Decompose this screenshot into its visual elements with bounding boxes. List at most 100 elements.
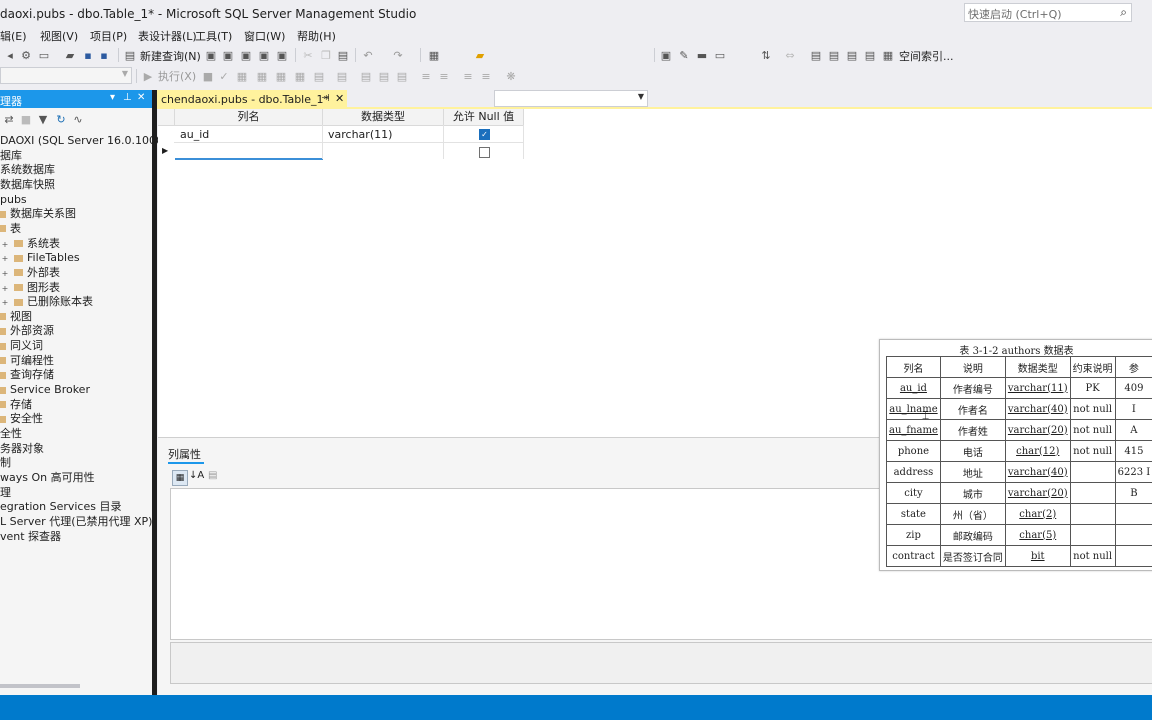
nav-back-icon[interactable]: ◂ bbox=[4, 49, 16, 62]
fulltext-index-icon[interactable]: ▤ bbox=[828, 49, 840, 62]
stats-icon[interactable]: ▦ bbox=[294, 70, 306, 83]
column-name-cell[interactable] bbox=[180, 146, 320, 158]
uncomment-icon[interactable]: ▤ bbox=[336, 70, 348, 83]
tree-node[interactable]: 视图 bbox=[0, 310, 32, 324]
copy-icon[interactable]: ❐ bbox=[320, 49, 332, 62]
pin-icon[interactable]: ⊣ bbox=[321, 93, 330, 104]
results-file-icon[interactable]: ▤ bbox=[396, 70, 408, 83]
solution-config-dropdown[interactable]: ▼ bbox=[494, 90, 648, 107]
tree-node[interactable]: 查询存储 bbox=[0, 368, 54, 382]
new-project-icon[interactable]: ▭ bbox=[38, 49, 50, 62]
disconnect-icon[interactable]: ⇄ bbox=[3, 113, 15, 126]
spatial-index-icon[interactable]: ▦ bbox=[882, 49, 894, 62]
mdx-query-icon[interactable]: ▣ bbox=[222, 49, 234, 62]
filter-icon[interactable]: ▼ bbox=[37, 113, 49, 126]
redo-icon[interactable]: ↷ bbox=[392, 49, 404, 62]
properties-window-icon[interactable]: ▣ bbox=[660, 49, 672, 62]
tree-node[interactable]: 全性 bbox=[0, 427, 22, 441]
tree-node[interactable]: 安全性 bbox=[0, 412, 43, 426]
categorized-icon[interactable]: ▦ bbox=[172, 470, 188, 486]
undo-icon[interactable]: ↶ bbox=[362, 49, 374, 62]
execute-button[interactable]: 执行(X) bbox=[158, 68, 196, 84]
tree-node[interactable]: vent 探查器 bbox=[0, 530, 61, 544]
chevron-down-icon[interactable]: ▾ bbox=[110, 92, 115, 103]
dmx-query-icon[interactable]: ▣ bbox=[240, 49, 252, 62]
column-properties-tab[interactable]: 列属性 bbox=[168, 446, 204, 462]
menu-edit[interactable]: 辑(E) bbox=[0, 28, 27, 44]
new-query-button[interactable]: 新建查询(N) bbox=[140, 48, 201, 64]
expand-icon[interactable]: + bbox=[0, 282, 10, 296]
tree-node[interactable]: + 外部表 bbox=[0, 266, 60, 280]
window-layout-icon[interactable]: ▭ bbox=[714, 49, 726, 62]
property-pages-icon[interactable]: ▤ bbox=[208, 470, 217, 481]
db-query-icon[interactable]: ▣ bbox=[205, 49, 217, 62]
tree-node[interactable]: ways On 高可用性 bbox=[0, 471, 95, 485]
tree-node[interactable]: 表 bbox=[0, 222, 21, 236]
check-constraints-icon[interactable]: ▤ bbox=[864, 49, 876, 62]
tree-node[interactable]: + 已删除账本表 bbox=[0, 295, 93, 309]
indent-icon[interactable]: ≡ bbox=[420, 70, 432, 83]
expand-icon[interactable]: + bbox=[0, 238, 10, 252]
outdent-icon[interactable]: ≡ bbox=[438, 70, 450, 83]
data-type-cell[interactable]: varchar(11) bbox=[328, 128, 392, 141]
tree-node[interactable]: 理 bbox=[0, 486, 11, 500]
tree-node[interactable]: 系统数据库 bbox=[0, 163, 55, 177]
close-icon[interactable]: ✕ bbox=[137, 92, 145, 103]
grid-icon[interactable]: ▦ bbox=[236, 70, 248, 83]
link-icon[interactable]: ⇔ bbox=[784, 49, 796, 62]
expand-icon[interactable]: + bbox=[0, 252, 10, 266]
allow-null-checkbox[interactable]: ✓ bbox=[479, 129, 490, 140]
results-grid-icon[interactable]: ▤ bbox=[378, 70, 390, 83]
activity-monitor-icon[interactable]: ▦ bbox=[428, 49, 440, 62]
tree-node[interactable]: DAOXI (SQL Server 16.0.1000.6 bbox=[0, 134, 173, 148]
panel-splitter[interactable] bbox=[152, 90, 157, 695]
results-icon[interactable]: ▦ bbox=[256, 70, 268, 83]
tree-node[interactable]: Service Broker bbox=[0, 383, 90, 397]
close-icon[interactable]: ✕ bbox=[335, 92, 344, 105]
refresh-icon[interactable]: ↻ bbox=[55, 113, 67, 126]
xmla-query-icon[interactable]: ▣ bbox=[258, 49, 270, 62]
pin-icon[interactable]: ⊥ bbox=[123, 92, 132, 103]
new-query-icon[interactable]: ▤ bbox=[124, 49, 136, 62]
bookmark-next-icon[interactable]: ≡ bbox=[480, 70, 492, 83]
settings-icon[interactable]: ⚙ bbox=[20, 49, 32, 62]
tree-node[interactable]: 外部资源 bbox=[0, 324, 54, 338]
menu-tools[interactable]: 工具(T) bbox=[195, 28, 232, 44]
tree-node[interactable]: 同义词 bbox=[0, 339, 43, 353]
expand-icon[interactable]: + bbox=[0, 267, 10, 281]
tree-node[interactable]: 存储 bbox=[0, 398, 32, 412]
tree-node[interactable]: L Server 代理(已禁用代理 XP) bbox=[0, 515, 152, 529]
horizontal-scrollbar[interactable] bbox=[0, 684, 80, 688]
open-folder-icon[interactable]: ▰ bbox=[64, 49, 76, 62]
tree-node[interactable]: + FileTables bbox=[0, 251, 80, 265]
expand-icon[interactable]: + bbox=[0, 296, 10, 310]
tree-node[interactable]: + 系统表 bbox=[0, 237, 60, 251]
tree-node[interactable]: egration Services 目录 bbox=[0, 500, 121, 514]
allow-null-checkbox[interactable] bbox=[479, 147, 490, 158]
tree-node[interactable]: 据库 bbox=[0, 149, 22, 163]
tree-node[interactable]: 数据库快照 bbox=[0, 178, 55, 192]
xml-index-icon[interactable]: ▤ bbox=[846, 49, 858, 62]
search-icon[interactable]: ⌕ bbox=[1120, 5, 1127, 20]
save-icon[interactable]: ▪ bbox=[82, 49, 94, 62]
spatial-index-button[interactable]: 空间索引... bbox=[899, 48, 954, 64]
activity-icon[interactable]: ∿ bbox=[72, 113, 84, 126]
execute-icon[interactable]: ▶ bbox=[142, 70, 154, 83]
alphabetical-sort-icon[interactable]: ↓A bbox=[189, 470, 204, 481]
menu-table-designer[interactable]: 表设计器(L) bbox=[138, 28, 197, 44]
wrench-icon[interactable]: ✎ bbox=[678, 49, 690, 62]
bookmark-icon[interactable]: ≡ bbox=[462, 70, 474, 83]
intellisense-icon[interactable]: ❋ bbox=[505, 70, 517, 83]
relationships-icon[interactable]: ⇅ bbox=[760, 49, 772, 62]
manage-indexes-icon[interactable]: ▤ bbox=[810, 49, 822, 62]
tree-node[interactable]: 务器对象 bbox=[0, 442, 44, 456]
toolbox-icon[interactable]: ▬ bbox=[696, 49, 708, 62]
quick-launch-input[interactable]: 快速启动 (Ctrl+Q) ⌕ bbox=[964, 3, 1132, 22]
save-all-icon[interactable]: ▪ bbox=[98, 49, 110, 62]
solution-explorer-icon[interactable]: ▰ bbox=[474, 49, 486, 62]
cut-icon[interactable]: ✂ bbox=[302, 49, 314, 62]
stop-icon[interactable]: ■ bbox=[20, 113, 32, 126]
paste-icon[interactable]: ▤ bbox=[337, 49, 349, 62]
tree-node[interactable]: + 图形表 bbox=[0, 281, 60, 295]
menu-view[interactable]: 视图(V) bbox=[40, 28, 78, 44]
